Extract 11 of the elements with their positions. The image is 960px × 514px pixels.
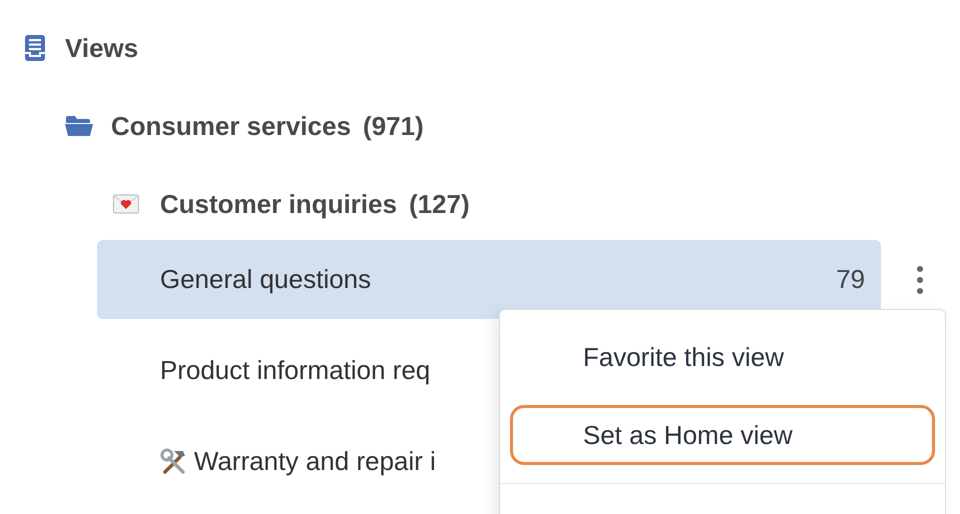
subfolder-name[interactable]: Customer inquiries (160, 188, 397, 220)
menu-item[interactable]: Favorite this view (510, 327, 935, 387)
view-item[interactable]: General questions 79 (97, 240, 881, 319)
views-heading: Views (65, 32, 138, 64)
subfolder-count: (127) (408, 188, 470, 220)
inbox-list-icon (24, 35, 46, 61)
menu-item[interactable]: Set as Home view (510, 405, 935, 465)
more-vertical-icon (916, 264, 924, 294)
folder-name[interactable]: Consumer services (111, 110, 351, 142)
hammer-wrench-icon (160, 448, 188, 476)
folder-count: (971) (362, 110, 424, 142)
